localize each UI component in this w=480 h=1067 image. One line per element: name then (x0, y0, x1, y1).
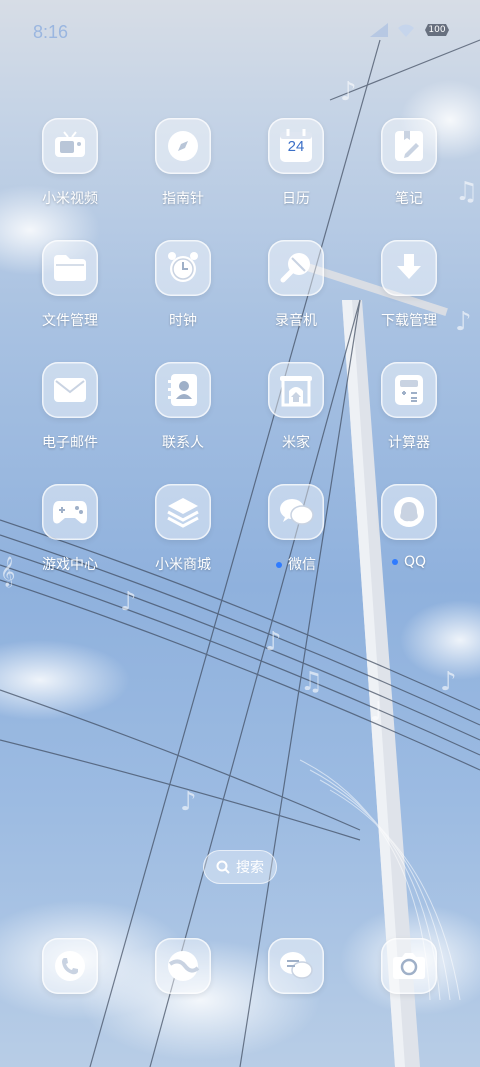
qq-icon (381, 484, 437, 540)
app-calendar[interactable]: 24 日历 (241, 118, 351, 208)
camera-icon (381, 938, 437, 994)
battery-level: 100 (428, 25, 446, 35)
layers-icon (155, 484, 211, 540)
status-bar: 8:16 100 (0, 0, 480, 64)
app-label: 联系人 (162, 435, 204, 451)
app-label: 游戏中心 (42, 557, 98, 573)
app-compass[interactable]: 指南针 (128, 118, 238, 208)
app-contacts[interactable]: 联系人 (128, 362, 238, 452)
mail-icon (42, 362, 98, 418)
app-email[interactable]: 电子邮件 (15, 362, 125, 452)
app-mijia[interactable]: 米家 (241, 362, 351, 452)
status-time: 8:16 (33, 22, 69, 42)
compass-icon (155, 118, 211, 174)
app-label: 电子邮件 (42, 435, 98, 451)
app-label: QQ (403, 554, 427, 570)
app-label: 小米商城 (155, 557, 211, 573)
recorder-icon (268, 240, 324, 296)
app-label: 计算器 (388, 435, 430, 451)
dock-phone[interactable] (15, 938, 125, 994)
app-notes[interactable]: 笔记 (354, 118, 464, 208)
gamepad-icon (42, 484, 98, 540)
contacts-icon (155, 362, 211, 418)
search-button[interactable]: 搜索 (203, 850, 277, 884)
app-label: 笔记 (395, 191, 423, 207)
home-icon (268, 362, 324, 418)
svg-text:♩: ♩ (370, 697, 382, 727)
dock-browser[interactable] (128, 938, 238, 994)
clock-icon (155, 240, 211, 296)
app-label: 日历 (282, 191, 310, 207)
app-label: 文件管理 (42, 313, 98, 329)
svg-text:♫: ♫ (300, 667, 323, 697)
folder-icon (42, 240, 98, 296)
app-download-manager[interactable]: 下载管理 (354, 240, 464, 330)
phone-icon (42, 938, 98, 994)
dock-messages[interactable] (241, 938, 351, 994)
app-file-manager[interactable]: 文件管理 (15, 240, 125, 330)
calculator-icon (381, 362, 437, 418)
calendar-date: 24 (287, 138, 305, 155)
svg-text:𝄞: 𝄞 (0, 556, 15, 588)
messages-icon (268, 938, 324, 994)
dock-camera[interactable] (354, 938, 464, 994)
browser-icon (155, 938, 211, 994)
battery-icon: 100 (424, 23, 450, 37)
wechat-icon (268, 484, 324, 540)
svg-text:♪: ♪ (180, 787, 197, 817)
tv-icon (42, 118, 98, 174)
app-mi-store[interactable]: 小米商城 (128, 484, 238, 574)
app-label: 指南针 (162, 191, 204, 207)
app-calculator[interactable]: 计算器 (354, 362, 464, 452)
app-label: 米家 (282, 435, 310, 451)
download-icon (381, 240, 437, 296)
notes-icon (381, 118, 437, 174)
app-label: 下载管理 (381, 313, 437, 329)
app-wechat[interactable]: 微信 (241, 484, 351, 574)
svg-text:♪: ♪ (120, 587, 137, 617)
wifi-icon (398, 24, 414, 37)
signal-icon (370, 23, 388, 37)
app-label: 时钟 (169, 313, 197, 329)
calendar-icon: 24 (268, 118, 324, 174)
unread-dot (391, 559, 398, 565)
app-label: 录音机 (275, 313, 317, 329)
svg-text:♪: ♪ (265, 627, 282, 657)
app-recorder[interactable]: 录音机 (241, 240, 351, 330)
svg-text:♪: ♪ (340, 77, 357, 107)
app-game-center[interactable]: 游戏中心 (15, 484, 125, 574)
search-icon (216, 860, 230, 874)
search-label: 搜索 (236, 860, 264, 876)
app-mi-video[interactable]: 小米视频 (15, 118, 125, 208)
svg-text:♪: ♪ (440, 667, 457, 697)
app-clock[interactable]: 时钟 (128, 240, 238, 330)
app-qq[interactable]: QQ (354, 484, 464, 570)
unread-dot (276, 562, 282, 568)
app-label: 小米视频 (42, 191, 98, 207)
app-label: 微信 (288, 557, 316, 573)
